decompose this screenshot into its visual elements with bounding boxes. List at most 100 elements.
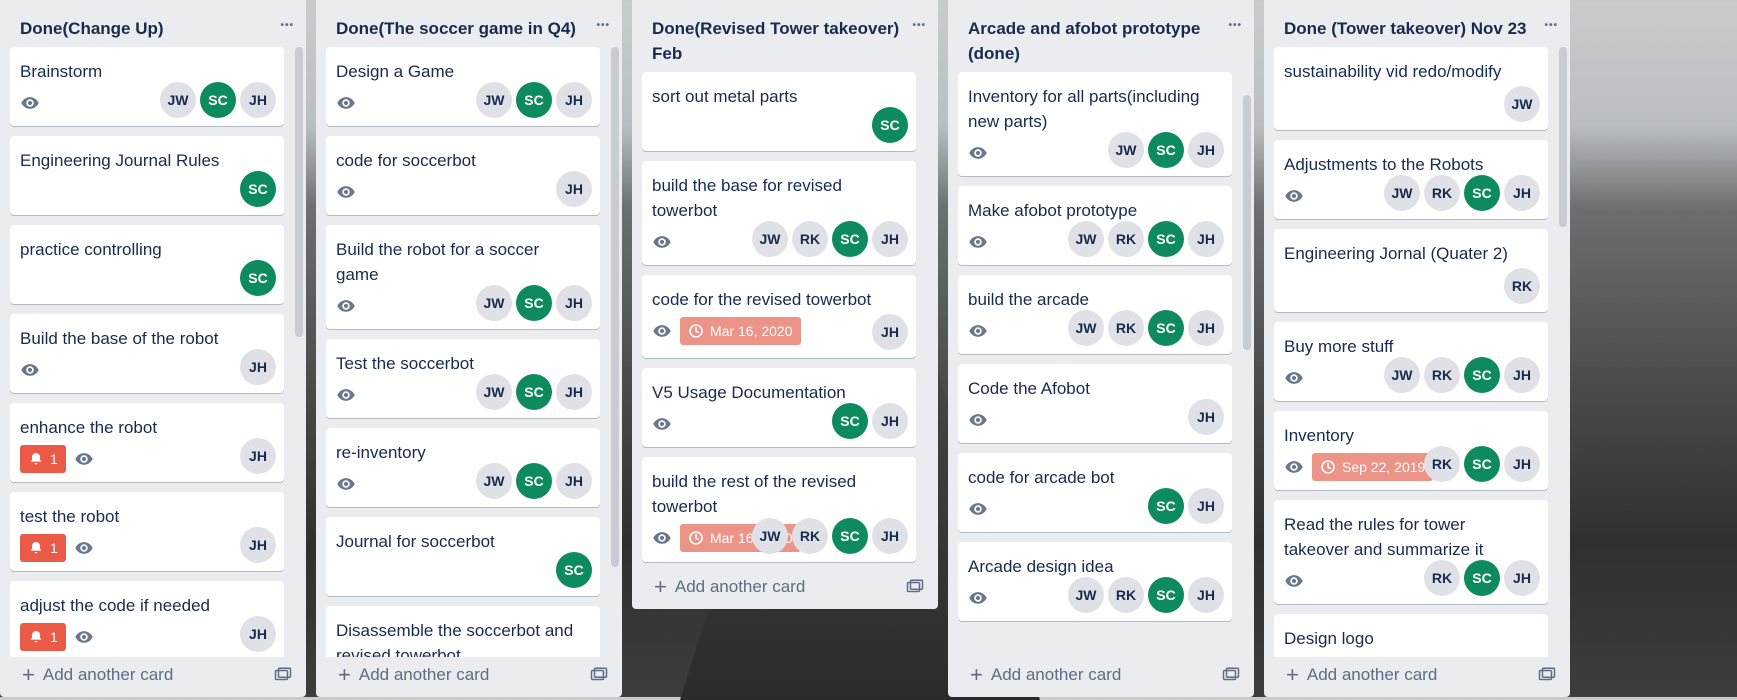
card[interactable]: Inventory for all parts(including new pa… [958,72,1232,176]
member-avatar[interactable]: JH [556,374,592,410]
member-avatar[interactable]: JH [1504,560,1540,596]
member-avatar[interactable]: SC [1464,357,1500,393]
member-avatar[interactable]: SC [832,518,868,554]
member-avatar[interactable]: JH [240,349,276,385]
member-avatar[interactable]: JH [872,221,908,257]
member-avatar[interactable]: JW [1068,310,1104,346]
card[interactable]: Build the robot for a soccer game JW SC JH [326,225,600,329]
card[interactable]: Build the base of the robot JH [10,314,284,393]
member-avatar[interactable]: JW [1384,357,1420,393]
member-avatar[interactable]: JH [1188,488,1224,524]
list-title[interactable]: Done(Revised Tower takeover) Feb [652,16,912,66]
member-avatar[interactable]: RK [1424,560,1460,596]
member-avatar[interactable]: SC [240,171,276,207]
member-avatar[interactable]: RK [792,221,828,257]
add-card-button[interactable]: + Add another card [654,576,805,598]
member-avatar[interactable]: JW [1384,175,1420,211]
member-avatar[interactable]: JH [1188,399,1224,435]
member-avatar[interactable]: JW [1504,86,1540,122]
card[interactable]: Buy more stuff JW RK SC JH [1274,322,1548,401]
card[interactable]: Engineering Jornal (Quater 2) RK [1274,229,1548,312]
member-avatar[interactable]: JH [556,171,592,207]
list-header[interactable]: Done (Tower takeover) Nov 23 ••• [1264,0,1570,47]
card[interactable]: test the robot 1 JH [10,492,284,571]
list-header[interactable]: Arcade and afobot prototype (done) ••• [948,0,1254,72]
member-avatar[interactable]: JH [872,403,908,439]
card[interactable]: re-inventory JW SC JH [326,428,600,507]
list-scrollbar[interactable] [1559,47,1567,227]
card[interactable]: Brainstorm JW SC JH [10,47,284,126]
member-avatar[interactable]: SC [556,552,592,588]
member-avatar[interactable]: SC [832,221,868,257]
due-date-badge[interactable]: Sep 22, 2019 [1312,453,1434,481]
member-avatar[interactable]: SC [1148,310,1184,346]
member-avatar[interactable]: RK [1108,577,1144,613]
member-avatar[interactable]: SC [832,403,868,439]
list-scrollbar[interactable] [1243,95,1251,350]
list-menu-icon[interactable]: ••• [596,16,610,36]
list-header[interactable]: Done(Change Up) ••• [0,0,306,47]
member-avatar[interactable]: SC [200,82,236,118]
member-avatar[interactable]: RK [1108,310,1144,346]
list-menu-icon[interactable]: ••• [1544,16,1558,36]
card[interactable]: Journal for soccerbot SC [326,517,600,596]
member-avatar[interactable]: SC [1148,221,1184,257]
card[interactable]: code for the revised towerbot Mar 16, 202… [642,275,916,358]
member-avatar[interactable]: JH [556,285,592,321]
add-card-button[interactable]: + Add another card [338,664,489,686]
member-avatar[interactable]: JW [752,221,788,257]
member-avatar[interactable]: JW [1068,221,1104,257]
list-title[interactable]: Done (Tower takeover) Nov 23 [1284,16,1526,41]
card[interactable]: build the base for revised towerbot JW RK S… [642,161,916,265]
add-card-button[interactable]: + Add another card [1286,664,1437,686]
member-avatar[interactable]: JW [476,374,512,410]
card[interactable]: Inventory Sep 22, 2019 RK SC JH [1274,411,1548,490]
member-avatar[interactable]: JW [476,463,512,499]
list-header[interactable]: Done(Revised Tower takeover) Feb ••• [632,0,938,72]
member-avatar[interactable]: SC [1148,577,1184,613]
card[interactable]: sustainability vid redo/modify JW [1274,47,1548,130]
member-avatar[interactable]: JH [1188,221,1224,257]
card[interactable]: Test the soccerbot JW SC JH [326,339,600,418]
member-avatar[interactable]: JW [476,82,512,118]
member-avatar[interactable]: SC [1464,446,1500,482]
card-template-icon[interactable] [906,579,924,595]
card-template-icon[interactable] [274,667,292,683]
card[interactable]: enhance the robot 1 JH [10,403,284,482]
card[interactable]: Design a Game JW SC JH [326,47,600,126]
card[interactable]: Engineering Journal Rules SC [10,136,284,215]
member-avatar[interactable]: SC [1148,132,1184,168]
add-card-button[interactable]: + Add another card [22,664,173,686]
card[interactable]: Code the Afobot JH [958,364,1232,443]
card[interactable]: sort out metal parts SC [642,72,916,151]
list-scrollbar[interactable] [611,47,619,567]
member-avatar[interactable]: JH [556,463,592,499]
card[interactable]: build the arcade JW RK SC JH [958,275,1232,354]
member-avatar[interactable]: RK [1424,446,1460,482]
member-avatar[interactable]: JH [240,82,276,118]
member-avatar[interactable]: SC [872,107,908,143]
member-avatar[interactable]: JH [872,314,908,350]
member-avatar[interactable]: JH [556,82,592,118]
list-menu-icon[interactable]: ••• [280,16,294,36]
list-title[interactable]: Arcade and afobot prototype (done) [968,16,1228,66]
member-avatar[interactable]: JH [1188,577,1224,613]
card[interactable]: adjust the code if needed 1 JH [10,581,284,657]
card[interactable]: build the rest of the revised towerbot Ma… [642,457,916,562]
card[interactable]: code for arcade bot SC JH [958,453,1232,532]
card-template-icon[interactable] [1538,667,1556,683]
member-avatar[interactable]: JW [160,82,196,118]
card-template-icon[interactable] [590,667,608,683]
notification-badge[interactable]: 1 [20,445,66,473]
member-avatar[interactable]: JW [752,518,788,554]
card[interactable]: Design logo [1274,614,1548,657]
member-avatar[interactable]: SC [516,82,552,118]
notification-badge[interactable]: 1 [20,623,66,651]
member-avatar[interactable]: SC [516,285,552,321]
member-avatar[interactable]: JW [1068,577,1104,613]
member-avatar[interactable]: SC [516,463,552,499]
member-avatar[interactable]: SC [1464,560,1500,596]
member-avatar[interactable]: SC [1148,488,1184,524]
member-avatar[interactable]: RK [1424,357,1460,393]
list-header[interactable]: Done(The soccer game in Q4) ••• [316,0,622,47]
